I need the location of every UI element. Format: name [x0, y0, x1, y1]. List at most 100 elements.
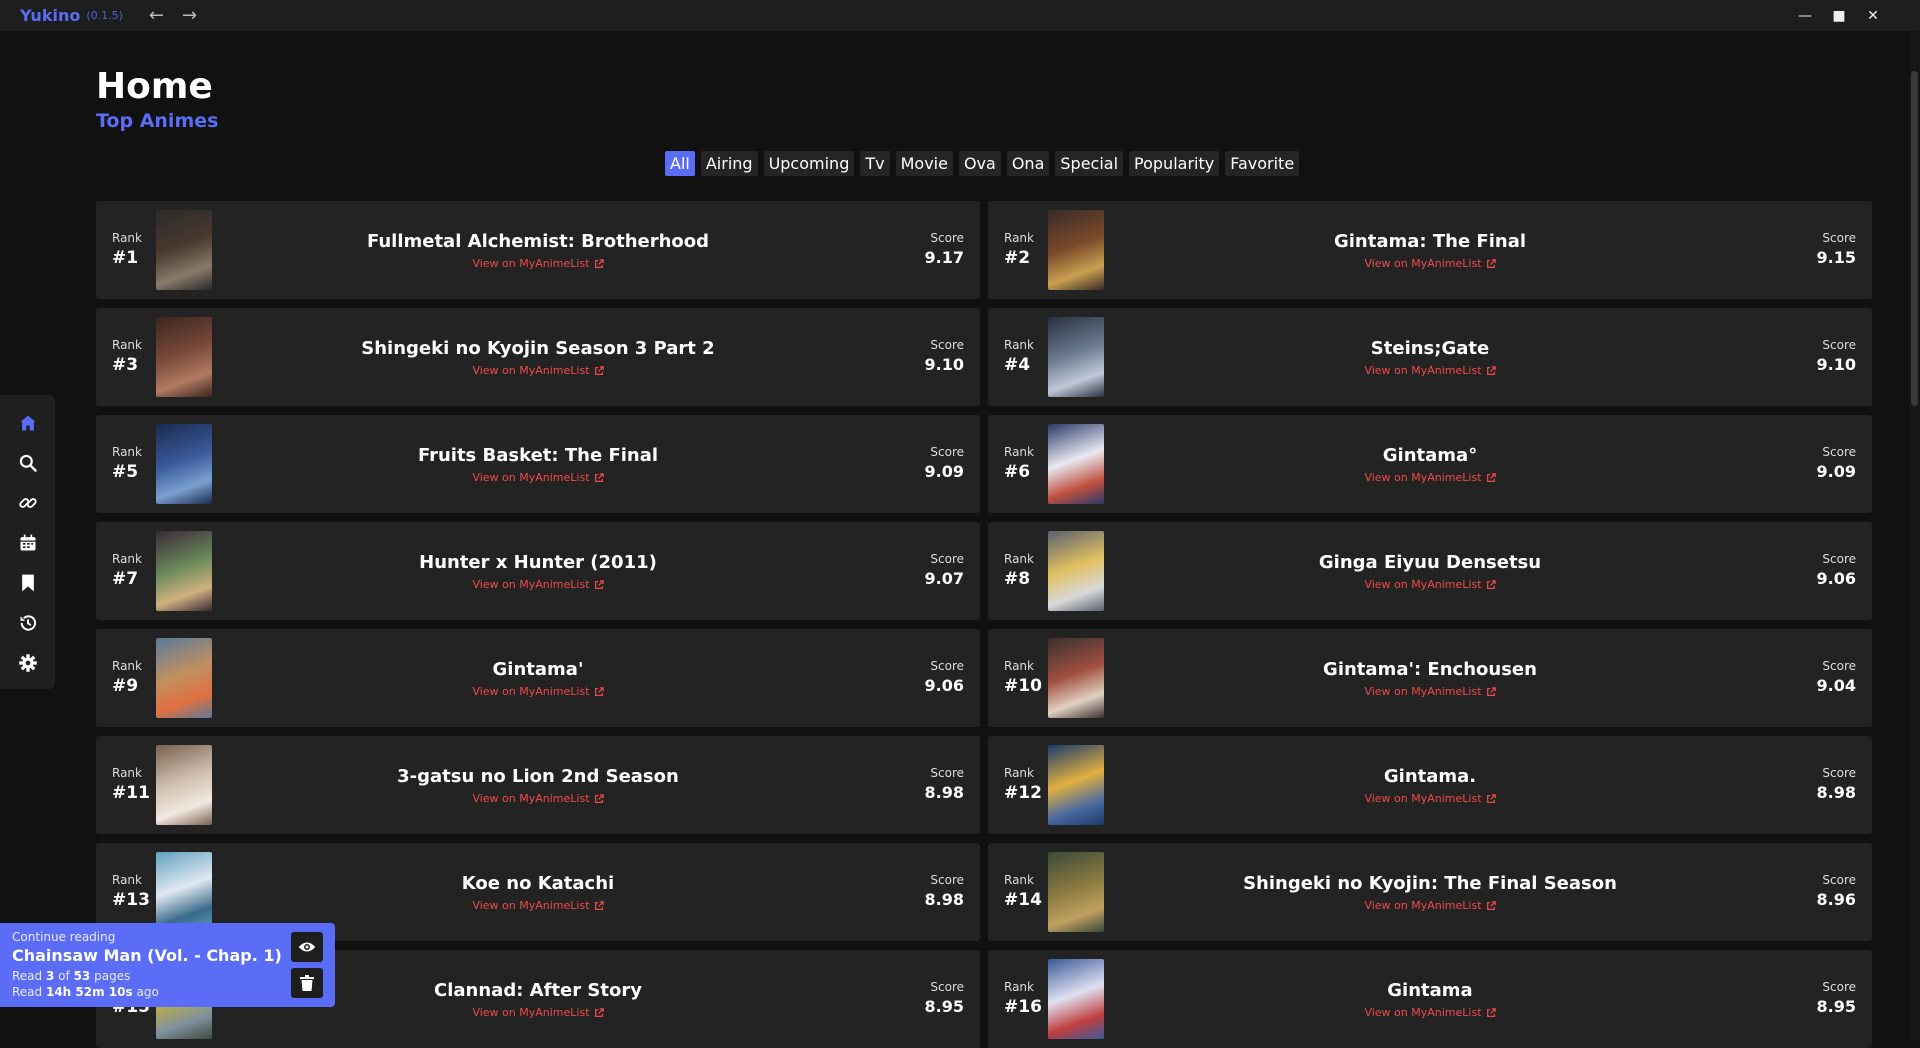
- tab-ova[interactable]: Ova: [958, 151, 1001, 176]
- anime-card[interactable]: Rank #8 Ginga Eiyuu Densetsu View on MyA…: [988, 522, 1872, 620]
- anime-poster[interactable]: [1048, 959, 1104, 1039]
- anime-title[interactable]: Gintama: The Final: [1138, 231, 1722, 252]
- anime-poster[interactable]: [156, 638, 212, 718]
- tab-popularity[interactable]: Popularity: [1129, 151, 1220, 176]
- sidebar-item-settings[interactable]: [0, 643, 55, 683]
- anime-card[interactable]: Rank #6 Gintama° View on MyAnimeList Sco…: [988, 415, 1872, 513]
- mal-link[interactable]: View on MyAnimeList: [472, 257, 604, 270]
- tab-airing[interactable]: Airing: [700, 151, 758, 176]
- anime-poster[interactable]: [156, 424, 212, 504]
- tab-special[interactable]: Special: [1055, 151, 1124, 176]
- anime-info: Gintama': Enchousen View on MyAnimeList: [1138, 659, 1722, 699]
- anime-title[interactable]: Koe no Katachi: [246, 873, 830, 894]
- mal-link-label: View on MyAnimeList: [1364, 792, 1482, 805]
- scrollbar[interactable]: [1909, 31, 1920, 1040]
- sidebar-item-bookmarks[interactable]: [0, 563, 55, 603]
- anime-card[interactable]: Rank #9 Gintama' View on MyAnimeList Sco…: [96, 629, 980, 727]
- mal-link[interactable]: View on MyAnimeList: [472, 792, 604, 805]
- anime-card[interactable]: Rank #16 Gintama View on MyAnimeList Sco…: [988, 950, 1872, 1048]
- anime-title[interactable]: Gintama': Enchousen: [1138, 659, 1722, 680]
- anime-card[interactable]: Rank #4 Steins;Gate View on MyAnimeList …: [988, 308, 1872, 406]
- maximize-icon[interactable]: ■: [1822, 8, 1856, 24]
- score-value: 8.96: [1816, 890, 1856, 909]
- anime-title[interactable]: 3-gatsu no Lion 2nd Season: [246, 766, 830, 787]
- sidebar-item-home[interactable]: [0, 403, 55, 443]
- score-label: Score: [1822, 445, 1856, 459]
- rank-number: #7: [112, 569, 139, 589]
- anime-title[interactable]: Gintama: [1138, 980, 1722, 1001]
- anime-card[interactable]: Rank #2 Gintama: The Final View on MyAni…: [988, 201, 1872, 299]
- anime-title[interactable]: Hunter x Hunter (2011): [246, 552, 830, 573]
- mal-link[interactable]: View on MyAnimeList: [472, 685, 604, 698]
- anime-title[interactable]: Fruits Basket: The Final: [246, 445, 830, 466]
- mal-link[interactable]: View on MyAnimeList: [1364, 792, 1496, 805]
- mal-link[interactable]: View on MyAnimeList: [472, 1006, 604, 1019]
- mal-link[interactable]: View on MyAnimeList: [1364, 364, 1496, 377]
- anime-poster[interactable]: [1048, 210, 1104, 290]
- anime-title[interactable]: Shingeki no Kyojin: The Final Season: [1138, 873, 1722, 894]
- anime-poster[interactable]: [1048, 852, 1104, 932]
- mal-link[interactable]: View on MyAnimeList: [1364, 257, 1496, 270]
- anime-poster[interactable]: [156, 745, 212, 825]
- external-link-icon: [594, 1007, 604, 1017]
- anime-title[interactable]: Gintama°: [1138, 445, 1722, 466]
- anime-poster[interactable]: [1048, 745, 1104, 825]
- anime-card[interactable]: Rank #7 Hunter x Hunter (2011) View on M…: [96, 522, 980, 620]
- score-value: 8.98: [924, 890, 964, 909]
- minimize-icon[interactable]: —: [1788, 8, 1822, 24]
- anime-poster[interactable]: [156, 531, 212, 611]
- mal-link[interactable]: View on MyAnimeList: [1364, 1006, 1496, 1019]
- anime-title[interactable]: Steins;Gate: [1138, 338, 1722, 359]
- mal-link[interactable]: View on MyAnimeList: [1364, 899, 1496, 912]
- anime-poster[interactable]: [1048, 424, 1104, 504]
- anime-title[interactable]: Shingeki no Kyojin Season 3 Part 2: [246, 338, 830, 359]
- anime-poster[interactable]: [1048, 638, 1104, 718]
- anime-title[interactable]: Gintama.: [1138, 766, 1722, 787]
- continue-reading-panel[interactable]: Continue reading Chainsaw Man (Vol. - Ch…: [0, 923, 335, 1007]
- anime-card[interactable]: Rank #14 Shingeki no Kyojin: The Final S…: [988, 843, 1872, 941]
- mal-link[interactable]: View on MyAnimeList: [1364, 471, 1496, 484]
- anime-poster[interactable]: [156, 210, 212, 290]
- tab-ona[interactable]: Ona: [1006, 151, 1050, 176]
- mal-link[interactable]: View on MyAnimeList: [1364, 578, 1496, 591]
- sidebar-item-history[interactable]: [0, 603, 55, 643]
- mal-link[interactable]: View on MyAnimeList: [472, 899, 604, 912]
- sidebar-item-search[interactable]: [0, 443, 55, 483]
- anime-card[interactable]: Rank #3 Shingeki no Kyojin Season 3 Part…: [96, 308, 980, 406]
- view-button[interactable]: [291, 932, 323, 962]
- sidebar-item-schedule[interactable]: [0, 523, 55, 563]
- back-arrow-icon[interactable]: ←: [149, 5, 164, 26]
- mal-link[interactable]: View on MyAnimeList: [472, 471, 604, 484]
- delete-button[interactable]: [291, 968, 323, 998]
- anime-title[interactable]: Gintama': [246, 659, 830, 680]
- mal-link[interactable]: View on MyAnimeList: [472, 364, 604, 377]
- anime-card[interactable]: Rank #12 Gintama. View on MyAnimeList Sc…: [988, 736, 1872, 834]
- external-link-icon: [1486, 900, 1496, 910]
- scrollbar-thumb[interactable]: [1911, 71, 1918, 406]
- close-icon[interactable]: ✕: [1856, 8, 1890, 24]
- anime-poster[interactable]: [156, 317, 212, 397]
- anime-card[interactable]: Rank #5 Fruits Basket: The Final View on…: [96, 415, 980, 513]
- external-link-icon: [1486, 472, 1496, 482]
- anime-title[interactable]: Fullmetal Alchemist: Brotherhood: [246, 231, 830, 252]
- mal-link[interactable]: View on MyAnimeList: [1364, 685, 1496, 698]
- anime-card[interactable]: Rank #1 Fullmetal Alchemist: Brotherhood…: [96, 201, 980, 299]
- anime-poster[interactable]: [1048, 317, 1104, 397]
- anime-title[interactable]: Ginga Eiyuu Densetsu: [1138, 552, 1722, 573]
- anime-poster[interactable]: [156, 852, 212, 932]
- tab-all[interactable]: All: [665, 151, 695, 176]
- tab-upcoming[interactable]: Upcoming: [763, 151, 855, 176]
- tab-tv[interactable]: Tv: [860, 151, 890, 176]
- forward-arrow-icon[interactable]: →: [182, 5, 197, 26]
- anime-info: Gintama° View on MyAnimeList: [1138, 445, 1722, 485]
- mal-link[interactable]: View on MyAnimeList: [472, 578, 604, 591]
- anime-poster[interactable]: [1048, 531, 1104, 611]
- rank-number: #12: [1004, 783, 1042, 803]
- tab-movie[interactable]: Movie: [895, 151, 953, 176]
- anime-card[interactable]: Rank #10 Gintama': Enchousen View on MyA…: [988, 629, 1872, 727]
- tab-favorite[interactable]: Favorite: [1225, 151, 1300, 176]
- anime-info: Ginga Eiyuu Densetsu View on MyAnimeList: [1138, 552, 1722, 592]
- calendar-icon: [20, 534, 35, 551]
- sidebar-item-connections[interactable]: [0, 483, 55, 523]
- anime-card[interactable]: Rank #11 3-gatsu no Lion 2nd Season View…: [96, 736, 980, 834]
